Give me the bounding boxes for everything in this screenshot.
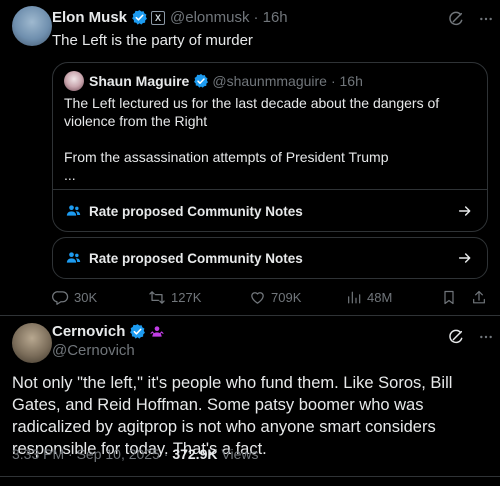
bookmark-button[interactable] [441, 287, 457, 307]
rate-community-notes-row[interactable]: Rate proposed Community Notes [53, 189, 487, 232]
quoted-author-handle: @shaunmmaguire [212, 73, 327, 89]
reply-count: 30K [74, 289, 98, 305]
like-button[interactable]: 709K [249, 287, 301, 307]
views-icon [346, 289, 362, 306]
divider [0, 315, 500, 316]
more-icon[interactable] [478, 11, 494, 27]
avatar[interactable] [12, 323, 52, 363]
quoted-tweet-header: Shaun Maguire @shaunmmaguire · 16h [64, 71, 363, 91]
quoted-post-time: · 16h [330, 73, 363, 89]
tweet-meta: 3:33 PM · Sep 10, 2025 · 372.9K Views [12, 446, 258, 462]
views-label: Views [217, 446, 259, 462]
tweet-text: The Left is the party of murder [52, 32, 253, 49]
arrow-right-icon [457, 250, 473, 266]
views-button[interactable]: 48M [346, 287, 392, 307]
tweet-action-bar: 30K 127K 709K 48M [52, 287, 488, 307]
reply-icon [52, 289, 69, 306]
quoted-text-line: From the assassination attempts of Presi… [64, 149, 389, 165]
like-count: 709K [271, 289, 302, 305]
quoted-text-ellipsis: ... [64, 167, 76, 183]
post-timestamp[interactable]: 3:33 PM · Sep 10, 2025 · [12, 446, 172, 462]
repost-count: 127K [171, 289, 202, 305]
divider [0, 476, 500, 477]
quoted-text-line: The Left lectured us for the last decade… [64, 95, 440, 129]
x-affiliation-icon: X [151, 10, 166, 25]
people-icon [65, 250, 82, 266]
view-count[interactable]: 372.9K [172, 446, 217, 462]
tweet-top-actions [448, 329, 494, 345]
author-handle[interactable]: @elonmusk [170, 9, 249, 26]
rate-community-notes-button[interactable]: Rate proposed Community Notes [52, 237, 488, 279]
rate-community-notes-label: Rate proposed Community Notes [89, 203, 303, 219]
quoted-tweet[interactable]: Shaun Maguire @shaunmmaguire · 16h The L… [52, 62, 488, 232]
more-icon[interactable] [478, 329, 494, 345]
community-badge-icon [149, 324, 165, 340]
verified-badge-icon [129, 323, 146, 340]
author-handle[interactable]: @Cernovich [52, 342, 135, 359]
arrow-right-icon [457, 203, 473, 219]
avatar[interactable] [12, 6, 52, 46]
author-name[interactable]: Cernovich [52, 323, 125, 340]
share-icon [471, 289, 487, 306]
verified-badge-icon [131, 9, 148, 26]
share-button[interactable] [471, 287, 487, 307]
repost-button[interactable]: 127K [148, 287, 201, 307]
rate-community-notes-label: Rate proposed Community Notes [89, 250, 303, 266]
tweet-top-actions [448, 11, 494, 27]
quoted-author-name: Shaun Maguire [89, 73, 190, 89]
grok-icon[interactable] [448, 329, 464, 345]
tweet-header: Cernovich [52, 323, 165, 340]
repost-icon [148, 289, 166, 306]
tweet-header: Elon Musk X @elonmusk · 16h [52, 9, 288, 26]
like-icon [249, 289, 266, 306]
avatar [64, 71, 84, 91]
bookmark-icon [441, 289, 457, 306]
post-time[interactable]: · 16h [253, 9, 287, 26]
author-name[interactable]: Elon Musk [52, 9, 127, 26]
people-icon [65, 203, 82, 219]
views-count: 48M [367, 289, 393, 305]
grok-icon[interactable] [448, 11, 464, 27]
reply-button[interactable]: 30K [52, 287, 97, 307]
quoted-tweet-text: The Left lectured us for the last decade… [64, 94, 474, 184]
verified-badge-icon [193, 73, 209, 89]
